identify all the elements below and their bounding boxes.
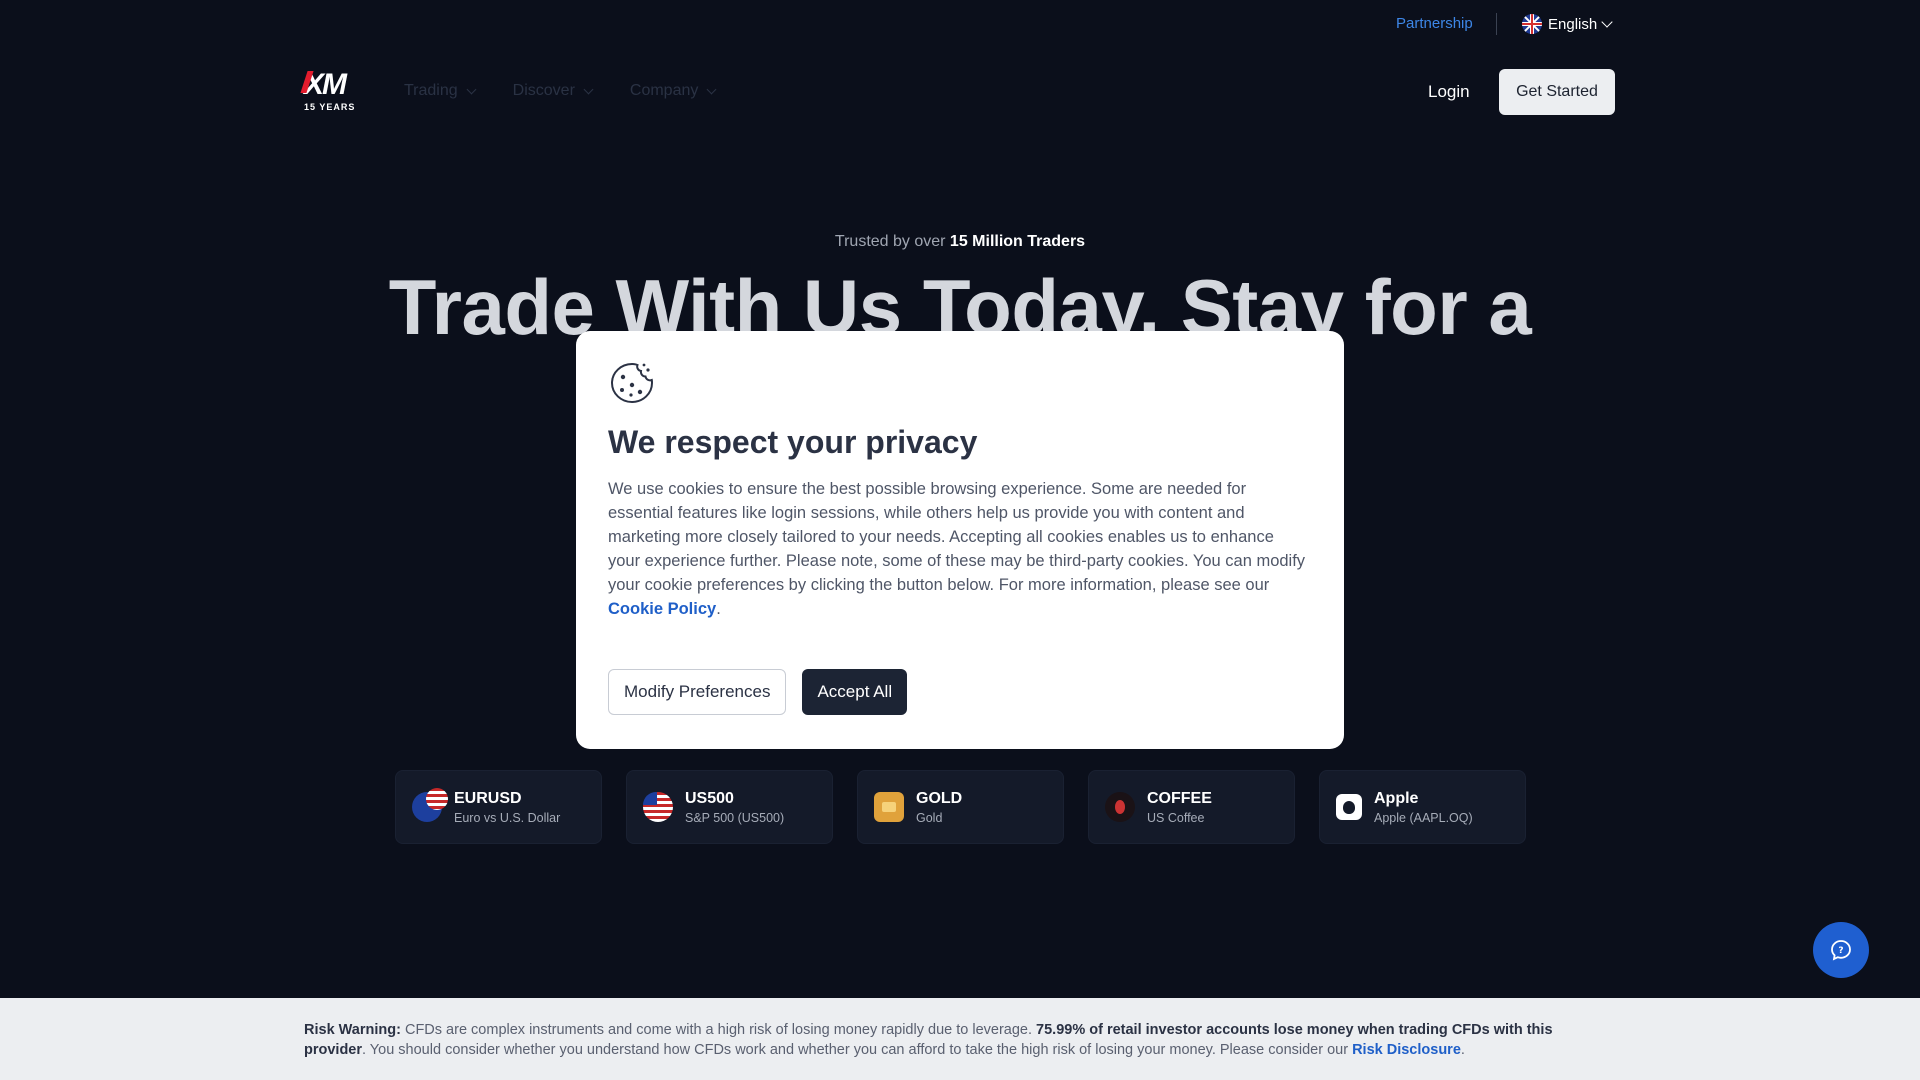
- instrument-info: EURUSD Euro vs U.S. Dollar: [454, 790, 560, 825]
- chat-bubble-icon: ?: [1831, 940, 1851, 961]
- logo-years: 15 YEARS: [304, 102, 356, 112]
- instrument-info: GOLD Gold: [916, 790, 962, 825]
- risk-disclosure-link[interactable]: Risk Disclosure: [1352, 1042, 1461, 1058]
- nav-item-trading[interactable]: Trading: [404, 82, 477, 100]
- instrument-name: EURUSD: [454, 789, 522, 807]
- apple-icon: [1336, 794, 1362, 820]
- chevron-down-icon: [466, 84, 477, 94]
- us-flag-icon: [643, 792, 673, 822]
- modal-title: We respect your privacy: [608, 424, 978, 460]
- coffee-bean-icon: [1105, 792, 1135, 822]
- trusted-by-text: Trusted by over 15 Million Traders: [0, 233, 1920, 251]
- instrument-card-coffee[interactable]: COFFEE US Coffee: [1088, 770, 1295, 844]
- instrument-list: EURUSD Euro vs U.S. Dollar US500 S&P 500…: [395, 770, 1526, 844]
- nav-item-label: Trading: [404, 82, 458, 99]
- risk-label: Risk Warning:: [304, 1022, 401, 1038]
- instrument-info: Apple Apple (AAPL.OQ): [1374, 790, 1473, 825]
- gold-bar-icon: [874, 792, 904, 822]
- chevron-down-icon: [1601, 16, 1613, 28]
- modify-preferences-button[interactable]: Modify Preferences: [608, 669, 787, 715]
- main-nav: XM 15 YEARS Trading Discover Company Log…: [0, 68, 1920, 116]
- get-started-button[interactable]: Get Started: [1499, 69, 1615, 115]
- instrument-info: COFFEE US Coffee: [1147, 790, 1212, 825]
- instrument-card-eurusd[interactable]: EURUSD Euro vs U.S. Dollar: [395, 770, 602, 844]
- trusted-prefix: Trusted by over: [834, 233, 950, 250]
- chat-support-button[interactable]: ?: [1813, 922, 1869, 978]
- language-selector[interactable]: English: [1522, 13, 1613, 35]
- accept-all-button[interactable]: Accept All: [802, 669, 908, 715]
- nav-menu: Trading Discover Company: [404, 82, 717, 100]
- modal-body: We use cookies to ensure the best possib…: [608, 477, 1308, 621]
- partnership-link[interactable]: Partnership: [1396, 15, 1473, 32]
- risk-text: CFDs are complex instruments and come wi…: [400, 1022, 1037, 1038]
- instrument-card-apple[interactable]: Apple Apple (AAPL.OQ): [1319, 770, 1526, 844]
- cookie-policy-link[interactable]: Cookie Policy: [608, 600, 716, 618]
- chevron-down-icon: [706, 84, 717, 94]
- instrument-desc: Apple (AAPL.OQ): [1374, 810, 1473, 825]
- modal-body-end: .: [716, 600, 721, 618]
- uk-flag-icon: [1522, 14, 1542, 34]
- nav-item-company[interactable]: Company: [629, 82, 717, 100]
- cookie-consent-modal: We respect your privacy We use cookies t…: [576, 331, 1344, 749]
- instrument-desc: US Coffee: [1147, 810, 1205, 825]
- nav-item-discover[interactable]: Discover: [512, 82, 594, 100]
- modal-buttons: Modify Preferences Accept All: [608, 669, 1312, 715]
- instrument-name: GOLD: [916, 789, 963, 807]
- trusted-count: 15 Million Traders: [949, 233, 1086, 250]
- login-link[interactable]: Login: [1428, 82, 1470, 102]
- hero-title: Trade With Us Today, Stay for a: [388, 263, 1532, 340]
- instrument-desc: S&P 500 (US500): [685, 810, 785, 825]
- risk-text-2: . You should consider whether you unders…: [362, 1042, 1353, 1058]
- instrument-card-gold[interactable]: GOLD Gold: [857, 770, 1064, 844]
- instrument-desc: Gold: [916, 810, 943, 825]
- utility-bar: Partnership English: [0, 0, 1920, 48]
- chevron-down-icon: [583, 84, 594, 94]
- instrument-desc: Euro vs U.S. Dollar: [454, 810, 561, 825]
- instrument-info: US500 S&P 500 (US500): [685, 790, 784, 825]
- nav-item-label: Discover: [512, 82, 575, 99]
- risk-end: .: [1460, 1042, 1465, 1058]
- modal-body-text: We use cookies to ensure the best possib…: [608, 480, 1306, 594]
- nav-item-label: Company: [629, 82, 699, 99]
- logo-mark: XM: [304, 68, 347, 101]
- instrument-card-us500[interactable]: US500 S&P 500 (US500): [626, 770, 833, 844]
- cookie-icon: [610, 362, 654, 404]
- instrument-name: Apple: [1374, 789, 1419, 807]
- xm-logo[interactable]: XM 15 YEARS: [304, 70, 364, 114]
- language-label: English: [1548, 15, 1598, 33]
- risk-warning-banner: Risk Warning: CFDs are complex instrumen…: [0, 998, 1920, 1080]
- divider: [1496, 13, 1497, 35]
- svg-text:?: ?: [1838, 946, 1843, 956]
- instrument-name: COFFEE: [1147, 789, 1212, 807]
- eurusd-flag-icon: [412, 788, 448, 822]
- instrument-name: US500: [685, 789, 734, 807]
